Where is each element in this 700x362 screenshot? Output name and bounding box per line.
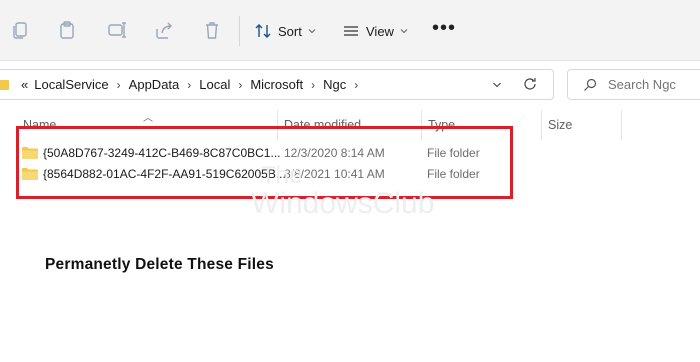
search-input[interactable] bbox=[606, 76, 700, 93]
chevron-right-icon[interactable]: › bbox=[187, 78, 191, 92]
watermark-line1: The bbox=[261, 162, 303, 189]
chevron-right-icon[interactable]: › bbox=[311, 78, 315, 92]
search-box[interactable] bbox=[567, 69, 700, 100]
column-divider[interactable] bbox=[541, 110, 542, 140]
view-label: View bbox=[366, 23, 394, 39]
chevron-down-icon bbox=[308, 29, 316, 34]
column-divider[interactable] bbox=[621, 110, 622, 140]
toolbar-divider bbox=[239, 16, 240, 46]
caption-text: Permanetly Delete These Files bbox=[45, 256, 274, 273]
search-icon bbox=[584, 78, 597, 91]
chevron-right-icon[interactable]: › bbox=[238, 78, 242, 92]
watermark: The WindowsClub bbox=[251, 162, 435, 220]
address-bar[interactable]: « LocalService › AppData › Local › Micro… bbox=[0, 69, 554, 100]
chevron-right-icon[interactable]: › bbox=[354, 78, 358, 92]
chevron-down-icon bbox=[400, 29, 408, 34]
delete-icon[interactable] bbox=[201, 19, 223, 41]
view-icon bbox=[344, 26, 358, 36]
folder-icon bbox=[0, 79, 9, 90]
address-dropdown-icon[interactable] bbox=[492, 80, 502, 90]
sort-ascending-icon: ︿ bbox=[143, 113, 153, 124]
column-size[interactable]: Size bbox=[548, 118, 572, 132]
paste-icon[interactable] bbox=[56, 19, 78, 41]
breadcrumb-overflow[interactable]: « bbox=[21, 77, 28, 92]
sort-icon bbox=[255, 24, 271, 38]
breadcrumb-local[interactable]: Local bbox=[199, 77, 230, 92]
breadcrumb-ngc[interactable]: Ngc bbox=[323, 77, 346, 92]
chevron-right-icon[interactable]: › bbox=[117, 78, 121, 92]
breadcrumb-microsoft[interactable]: Microsoft bbox=[250, 77, 303, 92]
copy-icon[interactable] bbox=[9, 19, 31, 41]
breadcrumb-appdata[interactable]: AppData bbox=[129, 77, 180, 92]
watermark-line2: WindowsClub bbox=[251, 187, 435, 220]
view-button[interactable]: View bbox=[342, 18, 408, 44]
address-row: « LocalService › AppData › Local › Micro… bbox=[0, 60, 700, 109]
breadcrumb-localservice[interactable]: LocalService bbox=[34, 77, 108, 92]
sort-button[interactable]: Sort bbox=[254, 18, 316, 44]
rename-icon[interactable] bbox=[106, 19, 128, 41]
more-options-button[interactable]: ••• bbox=[432, 18, 456, 38]
command-bar: Sort View ••• bbox=[0, 0, 700, 60]
refresh-icon[interactable] bbox=[521, 75, 539, 93]
share-icon[interactable] bbox=[153, 19, 175, 41]
sort-label: Sort bbox=[278, 23, 302, 39]
